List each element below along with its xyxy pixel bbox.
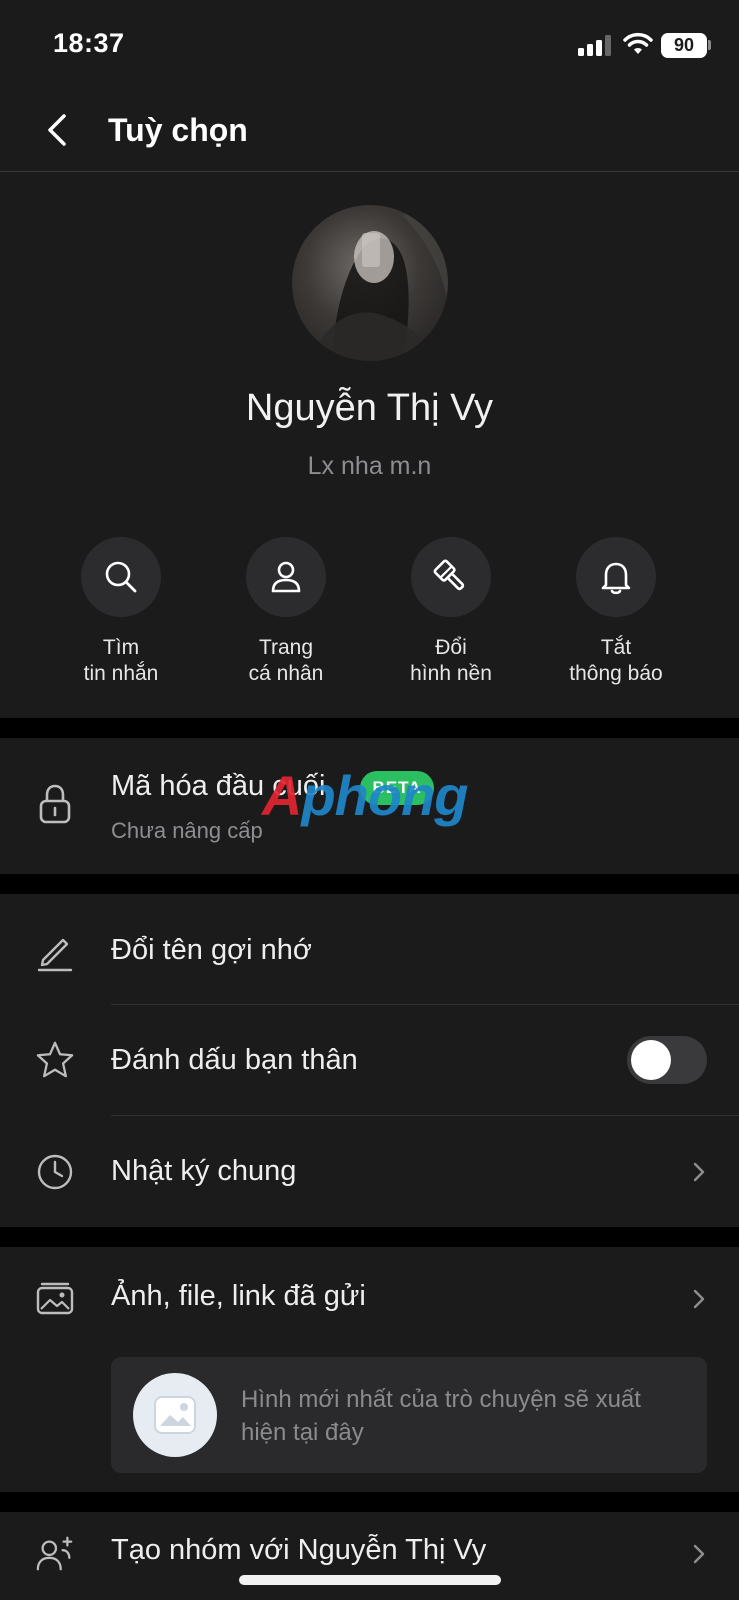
action-circle: [411, 537, 491, 617]
chevron-right-icon: [693, 1162, 705, 1182]
rename-row[interactable]: Đổi tên gợi nhớ: [111, 934, 312, 967]
person-icon: [271, 561, 301, 593]
bell-icon: [601, 562, 631, 595]
top-bar: 18:37 90 Tuỳ chọn: [0, 0, 739, 172]
encryption-sublabel: Chưa nâng cấp: [111, 818, 263, 843]
media-placeholder-text: Hình mới nhất của trò chuyện sẽ xuất hiệ…: [241, 1386, 641, 1446]
star-icon: [35, 1040, 75, 1080]
action-circle: [246, 537, 326, 617]
create-group-row[interactable]: Tạo nhóm với Nguyễn Thị Vy: [0, 1512, 739, 1600]
lock-icon: [35, 784, 75, 824]
shared-diary-row[interactable]: Nhật ký chung: [111, 1155, 296, 1188]
personal-page-button[interactable]: Trang cá nhân: [206, 537, 366, 687]
action-label: Trang cá nhân: [248, 636, 324, 685]
row-divider: [111, 1004, 739, 1005]
cellular-signal-icon: [578, 34, 614, 56]
encryption-row[interactable]: Mã hóa đầu cuối BETA Aphong Chưa nâng cấ…: [0, 738, 739, 874]
avatar-photo: [312, 205, 448, 361]
action-circle: [576, 537, 656, 617]
options-screen: 18:37 90 Tuỳ chọn Nguyễn Thị Vy Lx nha m…: [0, 0, 739, 1600]
action-label: Tìm tin nhắn: [83, 636, 159, 685]
action-label: Đổi hình nền: [410, 636, 492, 685]
settings-section: Đổi tên gợi nhớ Đánh dấu bạn thân Nhật k…: [0, 894, 739, 1227]
avatar[interactable]: [292, 205, 448, 361]
pencil-icon: [35, 932, 75, 972]
image-placeholder-icon: [133, 1373, 217, 1457]
add-group-icon: [35, 1534, 75, 1574]
back-chevron-icon[interactable]: [40, 108, 76, 152]
home-indicator[interactable]: [239, 1575, 501, 1585]
page-title: Tuỳ chọn: [108, 112, 248, 148]
clock-icon: [35, 1152, 75, 1192]
best-friend-row: Đánh dấu bạn thân: [111, 1044, 358, 1076]
media-preview-card[interactable]: Hình mới nhất của trò chuyện sẽ xuất hiệ…: [111, 1357, 707, 1473]
chevron-right-icon: [693, 1289, 705, 1309]
toggle-knob: [631, 1040, 671, 1080]
best-friend-toggle[interactable]: [627, 1036, 707, 1084]
chevron-right-icon: [693, 1544, 705, 1564]
shared-media-row[interactable]: Ảnh, file, link đã gửi: [111, 1280, 366, 1313]
profile-section: Nguyễn Thị Vy Lx nha m.n Tìm tin nhắn Tr…: [0, 172, 739, 718]
watermark-logo: Aphong: [262, 764, 469, 827]
row-divider: [111, 1115, 739, 1116]
photo-album-icon: [35, 1279, 75, 1319]
battery-indicator: 90: [661, 33, 707, 58]
battery-nub: [708, 40, 711, 50]
paint-brush-icon: [433, 559, 465, 591]
quick-actions: Tìm tin nhắn Trang cá nhân Đổi hình nền …: [0, 537, 739, 697]
status-time: 18:37: [53, 28, 125, 58]
action-circle: [81, 537, 161, 617]
search-messages-button[interactable]: Tìm tin nhắn: [41, 537, 201, 687]
mute-notifications-button[interactable]: Tắt thông báo: [536, 537, 696, 687]
create-group-label: Tạo nhóm với Nguyễn Thị Vy: [111, 1534, 487, 1566]
action-label: Tắt thông báo: [569, 636, 663, 685]
wifi-icon: [623, 32, 653, 54]
media-section: Ảnh, file, link đã gửi Hình mới nhất của…: [0, 1247, 739, 1492]
change-wallpaper-button[interactable]: Đổi hình nền: [371, 537, 531, 687]
profile-status: Lx nha m.n: [307, 452, 432, 480]
search-icon: [105, 561, 137, 593]
profile-name: Nguyễn Thị Vy: [245, 387, 494, 429]
